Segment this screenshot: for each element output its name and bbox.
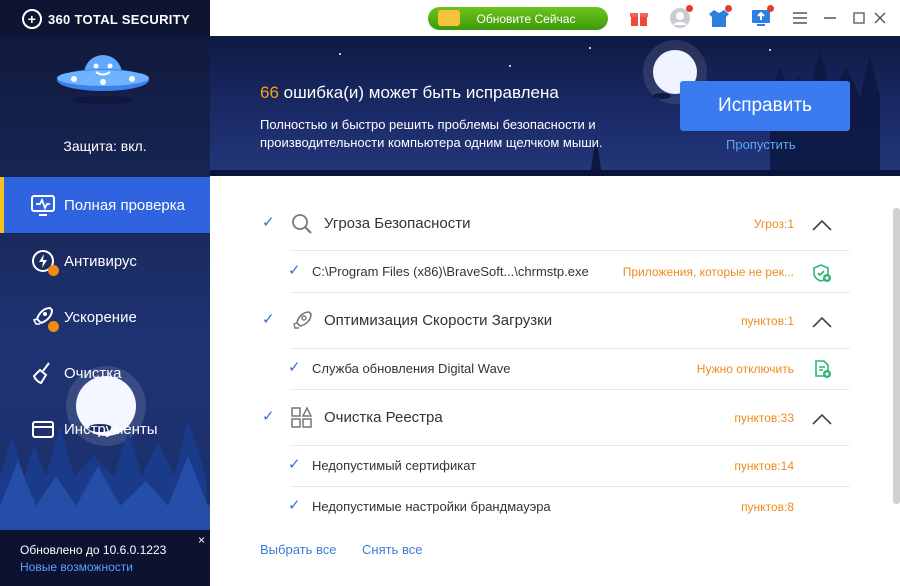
sidebar-item-tools[interactable]: Инструменты [0, 401, 210, 457]
deselect-all-link[interactable]: Снять все [362, 542, 422, 557]
sidebar-item-label: Антивирус [64, 252, 137, 270]
app-name: 360 TOTAL SECURITY [48, 11, 190, 27]
update-now-label: Обновите Сейчас [476, 11, 576, 26]
gift-box-icon [438, 10, 460, 26]
toolbox-icon [30, 416, 56, 442]
sidebar-item-full-scan[interactable]: Полная проверка [0, 177, 210, 233]
chevron-up-icon[interactable] [811, 315, 833, 329]
warning-badge [48, 321, 59, 332]
section-count: пунктов:1 [741, 314, 794, 328]
sidebar-item-cleanup[interactable]: Очистка [0, 345, 210, 401]
section-checkbox[interactable]: ✓ [262, 409, 276, 424]
banner-description: Полностью и быстро решить проблемы безоп… [260, 116, 660, 152]
maximize-icon[interactable] [849, 8, 869, 28]
notification-dot [725, 5, 732, 12]
skin-shirt-icon[interactable] [708, 5, 732, 29]
chevron-up-icon[interactable] [811, 218, 833, 232]
sidebar-item-label: Инструменты [64, 420, 158, 438]
sidebar-item-label: Ускорение [64, 308, 137, 326]
version-text: Обновлено до 10.6.0.1223 [20, 543, 167, 557]
divider [290, 389, 850, 390]
section-checkbox[interactable]: ✓ [262, 312, 276, 327]
rocket-icon [30, 304, 59, 332]
issues-count: 66 [260, 83, 279, 102]
item-label: Недопустимые настройки брандмауэра [312, 499, 551, 514]
divider [290, 292, 850, 293]
divider [290, 486, 850, 487]
sidebar-item-label: Очистка [64, 364, 122, 382]
item-label: C:\Program Files (x86)\BraveSoft...\chrm… [312, 264, 589, 279]
sidebar: Защита: вкл. Полная проверка Антивирус У… [0, 36, 210, 586]
user-avatar-icon[interactable] [669, 5, 693, 29]
banner-description-line2: производительности компьютера одним щелч… [260, 135, 603, 150]
item-status: пунктов:14 [734, 459, 794, 473]
ufo-mascot-icon [57, 55, 149, 104]
item-status: пунктов:8 [741, 500, 794, 514]
shield-plus-icon[interactable] [812, 263, 832, 283]
section-checkbox[interactable]: ✓ [262, 215, 276, 230]
item-status: Нужно отключить [696, 362, 794, 376]
section-count: Угроз:1 [753, 217, 794, 231]
item-label: Служба обновления Digital Wave [312, 361, 511, 376]
skip-link[interactable]: Пропустить [726, 137, 796, 152]
update-footer: Обновлено до 10.6.0.1223 Новые возможнос… [0, 530, 210, 586]
section-title: Угроза Безопасности [324, 215, 471, 232]
item-checkbox[interactable]: ✓ [288, 457, 302, 472]
minimize-icon[interactable] [820, 8, 840, 28]
whats-new-link[interactable]: Новые возможности [20, 560, 210, 574]
remote-upload-icon[interactable] [750, 5, 774, 29]
shield-bolt-icon [30, 248, 59, 276]
title-bar: + 360 TOTAL SECURITY Обновите Сейчас [0, 0, 900, 36]
issues-headline-text: ошибка(и) может быть исправлена [283, 83, 559, 102]
monitor-pulse-icon [30, 192, 56, 218]
notification-dot [686, 5, 693, 12]
fix-button[interactable]: Исправить [680, 81, 850, 131]
scrollbar[interactable] [893, 208, 900, 504]
registry-icon [291, 406, 313, 428]
chevron-up-icon[interactable] [811, 412, 833, 426]
update-now-button[interactable]: Обновите Сейчас [428, 7, 608, 30]
document-plus-icon[interactable] [812, 359, 832, 379]
close-icon[interactable] [870, 8, 890, 28]
broom-icon [30, 360, 56, 386]
rocket-icon [293, 311, 312, 329]
item-status: Приложения, которые не рек... [622, 265, 794, 279]
menu-icon[interactable] [790, 8, 810, 28]
issues-headline: 66 ошибка(и) может быть исправлена [260, 83, 566, 103]
section-title: Очистка Реестра [324, 409, 443, 426]
select-all-link[interactable]: Выбрать все [260, 542, 336, 557]
sidebar-item-label: Полная проверка [64, 196, 185, 214]
protection-status: Защита: вкл. [63, 138, 147, 154]
divider [290, 348, 850, 349]
item-label: Недопустимый сертификат [312, 458, 477, 473]
divider [290, 445, 850, 446]
app-logo: + 360 TOTAL SECURITY [22, 9, 190, 29]
close-icon[interactable]: × [198, 533, 205, 547]
search-icon [292, 214, 312, 234]
item-checkbox[interactable]: ✓ [288, 263, 302, 278]
notification-dot [767, 5, 774, 12]
item-checkbox[interactable]: ✓ [288, 498, 302, 513]
divider [290, 250, 850, 251]
item-checkbox[interactable]: ✓ [288, 360, 302, 375]
section-count: пунктов:33 [734, 411, 794, 425]
sidebar-item-antivirus[interactable]: Антивирус [0, 233, 210, 289]
sidebar-item-speedup[interactable]: Ускорение [0, 289, 210, 345]
warning-badge [48, 265, 59, 276]
gift-icon[interactable] [628, 7, 650, 29]
banner-description-line1: Полностью и быстро решить проблемы безоп… [260, 117, 596, 132]
logo-plus-icon: + [22, 9, 42, 29]
scan-result-banner: 66 ошибка(и) может быть исправлена Полно… [210, 36, 900, 176]
scan-results-list: ✓ Угроза Безопасности Угроз:1 ✓ C:\Progr… [210, 176, 900, 586]
section-title: Оптимизация Скорости Загрузки [324, 312, 553, 329]
